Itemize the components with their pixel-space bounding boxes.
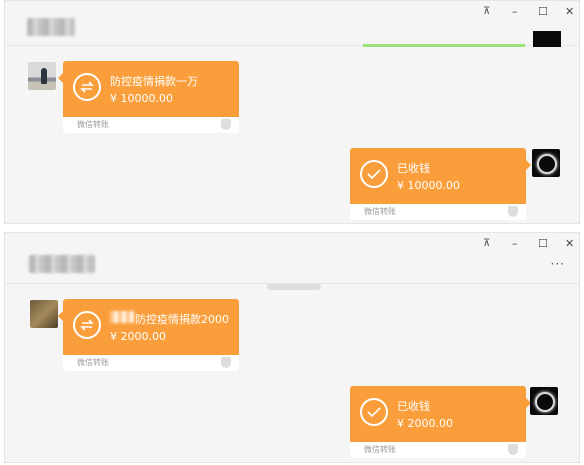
transfer-status: 已收钱 bbox=[397, 400, 430, 413]
shield-icon bbox=[508, 444, 518, 455]
transfer-source-label: 微信转账 bbox=[77, 358, 109, 367]
self-avatar[interactable] bbox=[530, 387, 558, 415]
pin-icon[interactable]: ⊼ bbox=[483, 6, 490, 18]
transfer-amount: ¥ 10000.00 bbox=[110, 92, 173, 105]
pin-icon[interactable]: ⊼ bbox=[483, 238, 490, 250]
avatar bbox=[533, 31, 561, 47]
transfer-amount: ¥ 10000.00 bbox=[397, 179, 460, 192]
transfer-amount: ¥ 2000.00 bbox=[397, 417, 453, 430]
minimize-button[interactable]: – bbox=[512, 238, 518, 250]
transfer-arrows-icon bbox=[73, 311, 101, 339]
contact-name-blurred bbox=[27, 18, 75, 36]
checkmark-icon bbox=[360, 398, 388, 426]
shield-icon bbox=[508, 206, 518, 217]
transfer-note: 防控疫情捐款2000 bbox=[135, 313, 229, 326]
shield-icon bbox=[221, 357, 231, 368]
transfer-source-label: 微信转账 bbox=[364, 445, 396, 454]
close-button[interactable]: ✕ bbox=[565, 238, 574, 250]
previous-message-edge bbox=[363, 44, 525, 47]
chat-window-2: ⊼ – ☐ ✕ ··· 防控疫情捐款2000 ¥ 2000.00 微信转账 已收 bbox=[4, 232, 580, 463]
maximize-button[interactable]: ☐ bbox=[538, 238, 548, 250]
contact-avatar[interactable] bbox=[30, 300, 58, 328]
transfer-card-incoming[interactable]: 防控疫情捐款2000 ¥ 2000.00 微信转账 bbox=[58, 299, 239, 371]
self-avatar[interactable] bbox=[532, 149, 560, 177]
close-button[interactable]: ✕ bbox=[565, 6, 574, 18]
transfer-card-incoming[interactable]: 防控疫情捐款一万 ¥ 10000.00 微信转账 bbox=[58, 61, 239, 133]
more-options-icon[interactable]: ··· bbox=[551, 257, 565, 271]
transfer-source-label: 微信转账 bbox=[364, 207, 396, 216]
redacted-text bbox=[110, 311, 134, 323]
chat-header: ⊼ – ☐ ✕ ··· bbox=[5, 233, 579, 284]
chat-window-1: ⊼ – ☐ ✕ 防控疫情捐款一万 ¥ 10000.00 微信转账 已收钱 ¥ 1… bbox=[4, 0, 580, 224]
maximize-button[interactable]: ☐ bbox=[538, 6, 548, 18]
transfer-note: 防控疫情捐款一万 bbox=[110, 75, 198, 88]
contact-avatar[interactable] bbox=[28, 62, 56, 90]
shield-icon bbox=[221, 119, 231, 130]
checkmark-icon bbox=[360, 160, 388, 188]
minimize-button[interactable]: – bbox=[512, 6, 518, 18]
transfer-source-label: 微信转账 bbox=[77, 120, 109, 129]
transfer-card-received[interactable]: 已收钱 ¥ 2000.00 微信转账 bbox=[350, 386, 531, 458]
contact-name-blurred bbox=[29, 255, 95, 273]
transfer-status: 已收钱 bbox=[397, 162, 430, 175]
chat-header: ⊼ – ☐ ✕ bbox=[5, 1, 579, 46]
transfer-amount: ¥ 2000.00 bbox=[110, 330, 166, 343]
scroll-indicator bbox=[267, 284, 321, 290]
transfer-arrows-icon bbox=[73, 73, 101, 101]
transfer-card-received[interactable]: 已收钱 ¥ 10000.00 微信转账 bbox=[350, 148, 531, 220]
